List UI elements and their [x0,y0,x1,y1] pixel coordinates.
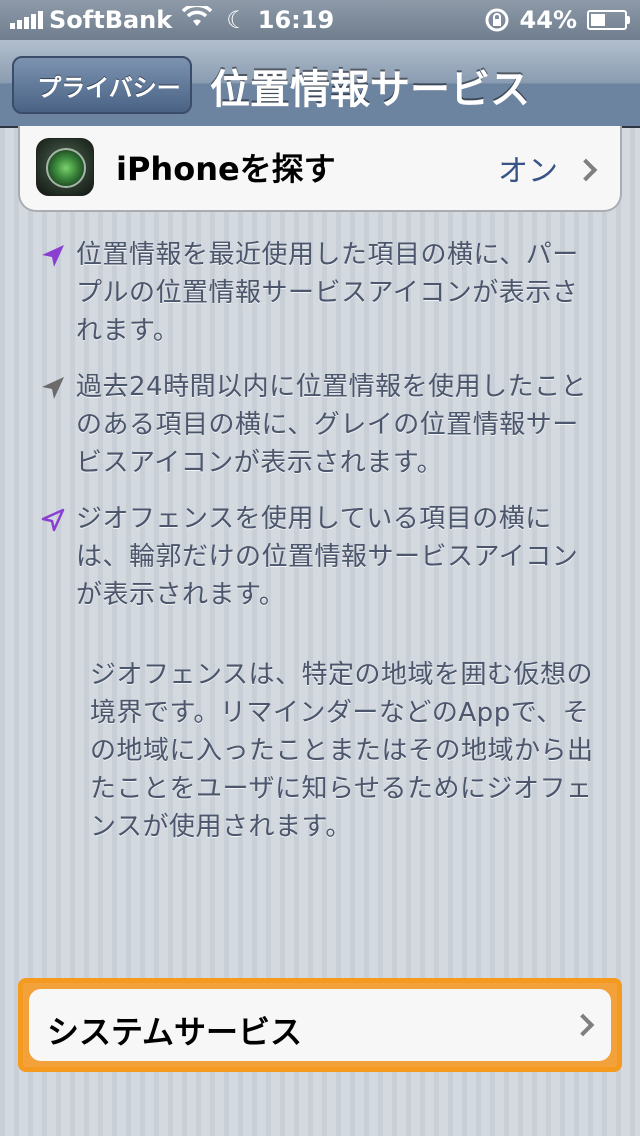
outline-location-arrow-icon [40,500,76,614]
status-bar: SoftBank ☾ 16:19 44% [0,0,640,40]
battery-percentage: 44% [519,6,577,34]
note-text: ジオフェンスを使用している項目の横には、輪郭だけの位置情報サービスアイコンが表示… [76,504,579,610]
find-iphone-label: iPhoneを探す [116,150,336,188]
geofence-description: ジオフェンスは、特定の地域を囲む仮想の境界です。リマインダーなどのAppで、その… [90,660,594,842]
back-button-label: プライバシー [37,73,181,102]
system-services-highlight: システムサービス [18,978,622,1072]
wifi-icon [182,3,213,34]
system-services-cell[interactable]: システムサービス [29,989,611,1061]
find-iphone-icon [36,138,94,196]
back-button[interactable]: プライバシー [12,56,192,114]
note-text: 過去24時間以内に位置情報を使用したことのある項目の横に、グレイの位置情報サービ… [76,372,588,478]
rotation-lock-icon [485,8,509,32]
page-title: 位置情報サービス [210,67,530,113]
battery-icon [587,10,630,30]
moon-icon: ☾ [226,6,248,34]
find-iphone-value: オン [498,154,558,189]
purple-location-arrow-icon [40,236,76,350]
note-text: 位置情報を最近使用した項目の横に、パープルの位置情報サービスアイコンが表示されま… [76,240,579,346]
signal-icon [10,11,43,29]
location-services-footer: 位置情報を最近使用した項目の横に、パープルの位置情報サービスアイコンが表示されま… [40,236,600,846]
note-outline: ジオフェンスを使用している項目の横には、輪郭だけの位置情報サービスアイコンが表示… [40,500,600,614]
chevron-right-icon [571,1013,595,1037]
note-gray: 過去24時間以内に位置情報を使用したことのある項目の横に、グレイの位置情報サービ… [40,368,600,482]
navigation-bar: プライバシー 位置情報サービス [0,40,640,128]
system-services-label: システムサービス [47,1013,303,1051]
carrier-name: SoftBank [49,6,173,34]
chevron-right-icon [574,158,598,182]
gray-location-arrow-icon [40,368,76,482]
clock: 16:19 [257,6,335,34]
note-purple: 位置情報を最近使用した項目の横に、パープルの位置情報サービスアイコンが表示されま… [40,236,600,350]
find-iphone-cell[interactable]: iPhoneを探す オン [18,126,622,212]
